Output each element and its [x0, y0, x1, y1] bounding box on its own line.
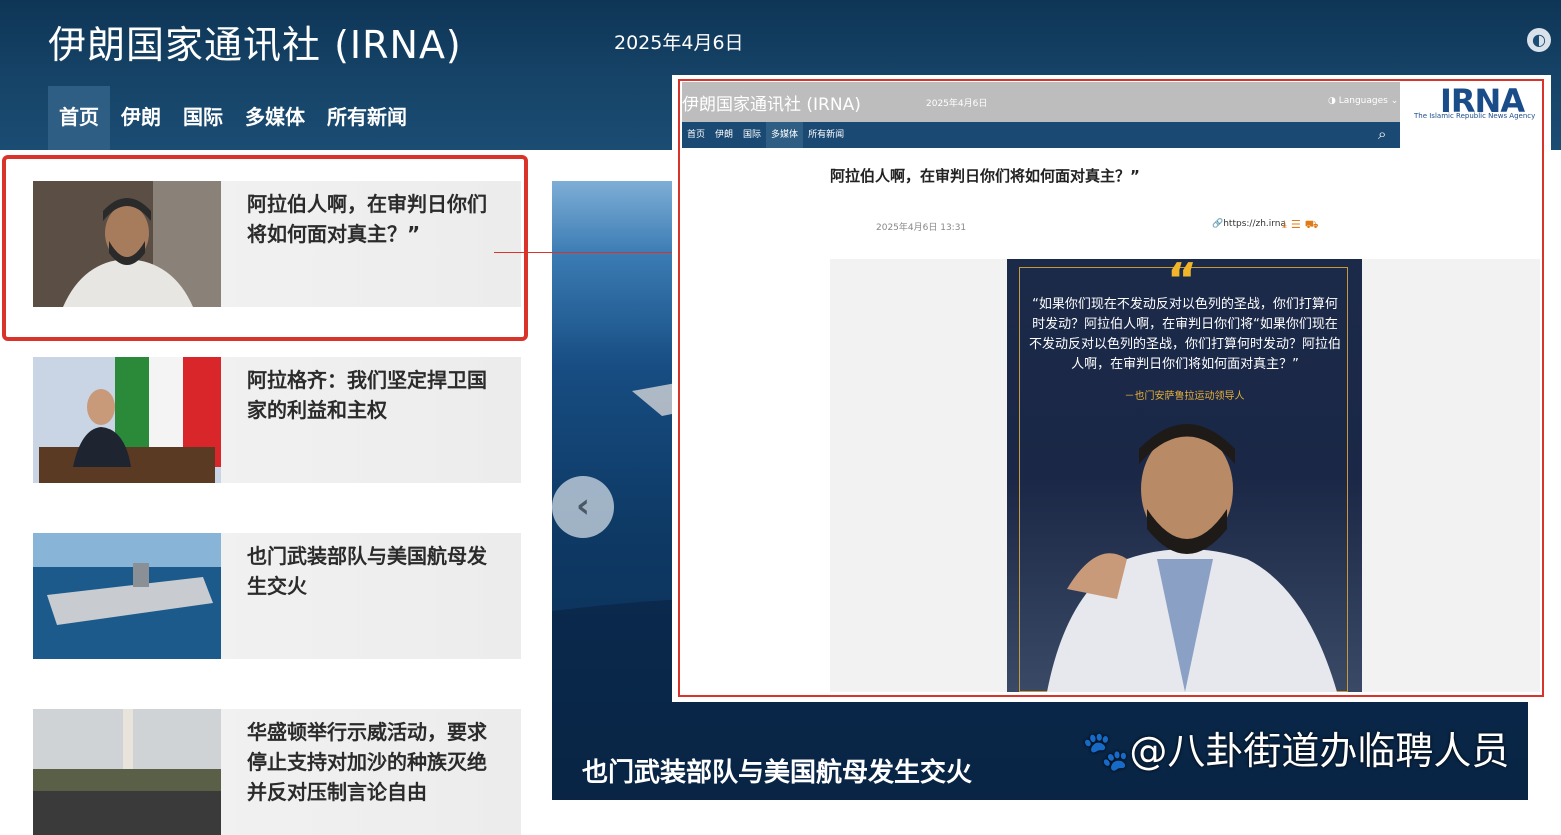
annotation-connector-line — [494, 252, 678, 253]
nav-item-all-news[interactable]: 所有新闻 — [316, 86, 418, 150]
header-date: 2025年4月6日 — [614, 32, 744, 54]
globe-icon[interactable]: ◐ — [1527, 28, 1551, 52]
chevron-left-icon[interactable]: ‹ — [552, 476, 614, 538]
list-item[interactable]: 也门武装部队与美国航母发生交火 — [33, 533, 521, 659]
watermark-text: 🐾@八卦街道办临聘人员 — [1082, 729, 1510, 773]
hero-caption[interactable]: 也门武装部队与美国航母发生交火 — [582, 752, 972, 789]
nav-item-home[interactable]: 首页 — [48, 86, 110, 150]
highlight-annotation-box — [2, 155, 528, 341]
nav-item-international[interactable]: 国际 — [172, 86, 234, 150]
news-title[interactable]: 也门武装部队与美国航母发生交火 — [247, 541, 499, 601]
news-thumbnail[interactable] — [33, 357, 221, 483]
nav-item-multimedia[interactable]: 多媒体 — [234, 86, 316, 150]
main-nav: 首页 伊朗 国际 多媒体 所有新闻 — [48, 86, 688, 150]
site-title[interactable]: 伊朗国家通讯社 (IRNA) — [48, 14, 462, 69]
list-item[interactable]: 阿拉格齐：我们坚定捍卫国家的利益和主权 — [33, 357, 521, 483]
news-thumbnail[interactable] — [33, 709, 221, 835]
nav-item-iran[interactable]: 伊朗 — [110, 86, 172, 150]
list-item[interactable]: 华盛顿举行示威活动，要求停止支持对加沙的种族灭绝并反对压制言论自由 — [33, 709, 521, 835]
news-thumbnail[interactable] — [33, 533, 221, 659]
overlay-highlight-frame — [678, 79, 1544, 697]
news-title[interactable]: 华盛顿举行示威活动，要求停止支持对加沙的种族灭绝并反对压制言论自由 — [247, 717, 499, 807]
news-title[interactable]: 阿拉格齐：我们坚定捍卫国家的利益和主权 — [247, 365, 499, 425]
